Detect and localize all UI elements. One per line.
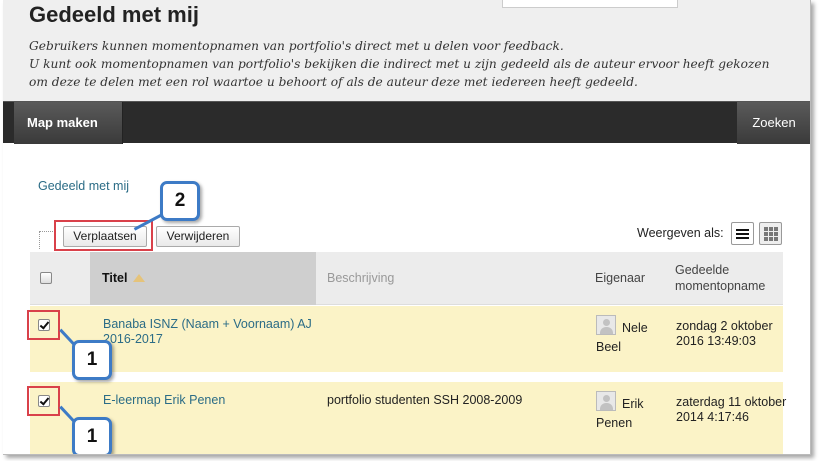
select-connector bbox=[39, 231, 53, 249]
table-row: E-leermap Erik Penen portfolio studenten… bbox=[30, 382, 786, 454]
step-callout: 2 bbox=[160, 181, 200, 221]
grid-view-icon[interactable] bbox=[759, 222, 782, 245]
shared-date: zondag 2 oktober 2016 13:49:03 bbox=[676, 319, 773, 348]
shared-date: zaterdag 11 oktober 2014 4:17:46 bbox=[676, 395, 787, 424]
column-header-owner[interactable]: Eigenaar bbox=[595, 252, 645, 305]
description-line: om deze te delen met een rol waartoe u b… bbox=[29, 75, 638, 89]
sort-ascending-icon bbox=[133, 274, 146, 282]
breadcrumb[interactable]: Gedeeld met mij bbox=[38, 179, 129, 193]
description-line: U kunt ook momentopnamen van portfolio's… bbox=[29, 57, 770, 71]
table-row: Banaba ISNZ (Naam + Voornaam) AJ 2016-20… bbox=[30, 306, 783, 372]
page-description: Gebruikers kunnen momentopnamen van port… bbox=[29, 37, 789, 91]
delete-button[interactable]: Verwijderen bbox=[156, 226, 240, 247]
description-line: Gebruikers kunnen momentopnamen van port… bbox=[29, 39, 564, 53]
column-header-title[interactable]: Titel bbox=[90, 252, 316, 305]
select-all-checkbox[interactable] bbox=[40, 272, 52, 284]
owner-name: Nele Beel bbox=[596, 321, 648, 354]
create-folder-button[interactable]: Map maken bbox=[14, 102, 123, 144]
snapshot-title-link[interactable]: Banaba ISNZ (Naam + Voornaam) AJ 2016-20… bbox=[103, 317, 313, 347]
checkbox-highlight bbox=[27, 310, 60, 340]
column-header-description[interactable]: Beschrijving bbox=[327, 252, 394, 305]
checkbox-highlight bbox=[27, 386, 60, 416]
owner-name: Erik Penen bbox=[596, 397, 644, 430]
list-view-icon[interactable] bbox=[731, 222, 754, 245]
step-callout: 1 bbox=[72, 340, 112, 380]
column-title-label: Titel bbox=[102, 271, 128, 285]
top-tab bbox=[502, 0, 678, 8]
column-header-date[interactable]: Gedeelde momentopname bbox=[675, 252, 785, 305]
view-as-label: Weergeven als: bbox=[637, 226, 724, 240]
screenshot-frame: Gedeeld met mij Gebruikers kunnen moment… bbox=[3, 0, 811, 455]
step-callout: 1 bbox=[72, 417, 112, 454]
search-button[interactable]: Zoeken bbox=[737, 102, 810, 144]
page-title: Gedeeld met mij bbox=[29, 2, 199, 27]
table-header: Titel Beschrijving Eigenaar Gedeelde mom… bbox=[30, 252, 783, 305]
snapshot-description: portfolio studenten SSH 2008-2009 bbox=[327, 393, 523, 407]
page-header: Gedeeld met mij Gebruikers kunnen moment… bbox=[3, 0, 810, 101]
select-all-cell bbox=[30, 252, 90, 305]
action-bar: Map maken Zoeken bbox=[3, 101, 810, 144]
snapshot-title-link[interactable]: E-leermap Erik Penen bbox=[103, 393, 313, 408]
